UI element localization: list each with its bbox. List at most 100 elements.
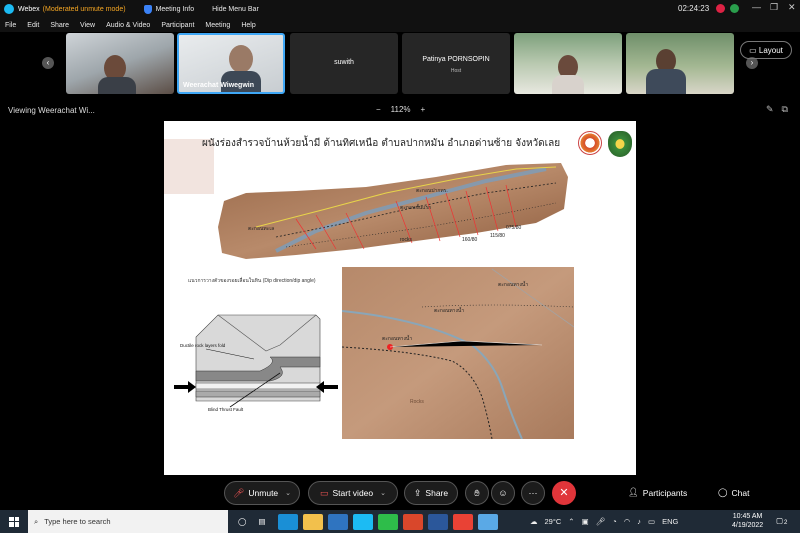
participant-name: Weerachat Wiwegwin — [183, 82, 254, 89]
meeting-info-button[interactable]: Meeting Info — [143, 4, 194, 14]
taskbar: ⌕ Type here to search ◯ ▤ ☁ 29°C ⌃ ▣ 🎤︎ … — [0, 510, 800, 533]
chat-bubble-icon: ◯ — [718, 487, 728, 497]
language-indicator[interactable]: ENG — [662, 517, 678, 526]
layout-button[interactable]: ▭ Layout — [740, 41, 792, 59]
menu-file[interactable]: File — [5, 22, 16, 29]
photo-label: ตะกอนทางน้ำ — [382, 336, 413, 342]
participant-name: Patinya PORNSOPIN — [422, 56, 490, 63]
zoom-out-button[interactable]: − — [376, 105, 381, 114]
panorama-label: rocks — [400, 237, 412, 243]
weather-icon[interactable]: ☁ — [530, 517, 538, 526]
word-app-icon[interactable] — [427, 513, 448, 530]
more-options-button[interactable]: ··· — [521, 481, 545, 505]
status-indicator-icon — [730, 4, 739, 13]
layout-icon: ▭ — [749, 45, 759, 55]
menu-bar: File Edit Share View Audio & Video Parti… — [0, 18, 800, 32]
participant-tile-active[interactable]: Weerachat Wiwegwin — [177, 33, 285, 94]
microphone-icon[interactable]: 🎤︎ — [596, 517, 606, 526]
line-app-icon[interactable] — [377, 513, 398, 530]
annotate-icon[interactable]: ✎ — [766, 104, 774, 115]
mail-app-icon[interactable] — [327, 513, 348, 530]
diagram-label: Ductile rock layers fold — [180, 343, 226, 348]
thrust-fault-diagram — [174, 314, 338, 408]
share-button[interactable]: ⇪ Share — [404, 481, 458, 505]
slide-title: ผนังร่องสำรวจบ้านห้วยน้ำมี ด้านทิศเหนือ … — [202, 138, 561, 149]
menu-share[interactable]: Share — [50, 22, 69, 29]
zoom-level: 112% — [390, 105, 411, 114]
participant-tile[interactable] — [626, 33, 734, 94]
participant-tile[interactable]: suwith — [290, 33, 398, 94]
mode-label: (Moderated unmute mode) — [42, 5, 126, 13]
edge-app-icon[interactable] — [277, 513, 298, 530]
panorama-label: ตะกอนทะเล — [248, 226, 275, 232]
aerial-photo — [342, 267, 574, 439]
raise-hand-button[interactable]: ✋︎ — [465, 481, 489, 505]
wifi-icon[interactable]: ◠ — [624, 517, 631, 526]
menu-edit[interactable]: Edit — [27, 22, 39, 29]
previous-participants-button[interactable]: ‹ — [42, 57, 54, 69]
popout-icon[interactable]: ⧉ — [782, 104, 788, 115]
hide-menu-bar-button[interactable]: Hide Menu Bar — [212, 6, 259, 13]
diagram-label: Blind Thrust Fault — [208, 407, 244, 412]
taskbar-search[interactable]: ⌕ Type here to search — [28, 510, 228, 533]
participant-role: Host — [450, 68, 462, 74]
ellipsis-icon: ··· — [528, 488, 538, 498]
chat-button[interactable]: ◯ Chat — [718, 487, 749, 498]
panorama-label: 075/80 — [506, 225, 522, 231]
menu-participant[interactable]: Participant — [161, 22, 194, 29]
participant-tile[interactable]: Patinya PORNSOPIN Host — [402, 33, 510, 94]
task-view-icon[interactable]: ◯ — [238, 517, 246, 526]
zoom-in-button[interactable]: + — [421, 105, 426, 114]
volume-icon[interactable]: ♪ — [637, 517, 641, 526]
recording-indicator-icon — [716, 4, 725, 13]
maximize-icon[interactable]: ❐ — [770, 2, 778, 13]
weather-temp[interactable]: 29°C — [545, 517, 562, 526]
participant-tile[interactable] — [66, 33, 174, 94]
leave-meeting-button[interactable]: ✕ — [552, 481, 576, 505]
close-icon[interactable]: ✕ — [788, 2, 796, 13]
chevron-up-icon[interactable]: ⌃ — [568, 517, 574, 526]
menu-audio-video[interactable]: Audio & Video — [106, 22, 150, 29]
photo-label: ตะกอนทางน้ำ — [434, 308, 465, 314]
clock-time: 10:45 AM — [732, 513, 763, 520]
microphone-muted-icon: 🎤︎ — [232, 487, 245, 498]
network-icon[interactable]: ◔ — [612, 517, 617, 526]
zoom-controls: − 112% + — [376, 105, 425, 114]
windows-icon — [9, 516, 19, 527]
start-video-button[interactable]: ▭ Start video ⌄ — [308, 481, 398, 505]
chevron-down-icon[interactable]: ⌄ — [380, 489, 386, 497]
government-seal-icon — [608, 131, 632, 157]
title-bar: Webex (Moderated unmute mode) Meeting In… — [0, 0, 800, 18]
menu-view[interactable]: View — [80, 22, 95, 29]
webex-logo-icon — [4, 4, 14, 14]
panorama-label: 115/80 — [490, 233, 505, 239]
reactions-button[interactable]: ☺ — [491, 481, 515, 505]
unmute-button[interactable]: 🎤︎ Unmute ⌄ — [224, 481, 300, 505]
participant-strip: Weerachat Wiwegwin suwith Patinya PORNSO… — [0, 33, 800, 96]
chrome-app-icon[interactable] — [452, 513, 473, 530]
menu-help[interactable]: Help — [241, 22, 255, 29]
chevron-down-icon[interactable]: ⌄ — [285, 489, 291, 497]
battery-icon[interactable]: ▭ — [648, 517, 655, 526]
camera-icon[interactable]: ▣ — [582, 517, 589, 526]
search-icon: ⌕ — [34, 516, 39, 526]
clock[interactable]: 10:45 AM 4/19/2022 — [732, 512, 763, 530]
menu-meeting[interactable]: Meeting — [205, 22, 230, 29]
notification-icon[interactable]: ▢ — [776, 516, 783, 525]
slide-caption: แนวการวางตัวของรอยเลื่อนในหิน (Dip direc… — [188, 278, 316, 284]
photo-label: ตะกอนทางน้ำ — [498, 282, 529, 288]
panorama-label: ตะกอนขั้นแรก — [400, 205, 432, 211]
meeting-timer: 02:24:23 — [678, 4, 710, 13]
smiley-icon: ☺ — [498, 488, 508, 498]
app-icon[interactable] — [477, 513, 498, 530]
participants-button[interactable]: 👤︎ Participants — [628, 487, 687, 498]
office-app-icon[interactable] — [402, 513, 423, 530]
webex-app-icon[interactable] — [352, 513, 373, 530]
shield-icon — [143, 4, 152, 14]
widgets-icon[interactable]: ▤ — [258, 517, 265, 526]
start-button[interactable] — [0, 510, 28, 533]
minimize-icon[interactable]: — — [752, 2, 761, 12]
file-explorer-icon[interactable] — [302, 513, 323, 530]
participant-tile[interactable] — [514, 33, 622, 94]
system-tray: ☁ 29°C ⌃ ▣ 🎤︎ ◔ ◠ ♪ ▭ ENG — [530, 510, 678, 533]
